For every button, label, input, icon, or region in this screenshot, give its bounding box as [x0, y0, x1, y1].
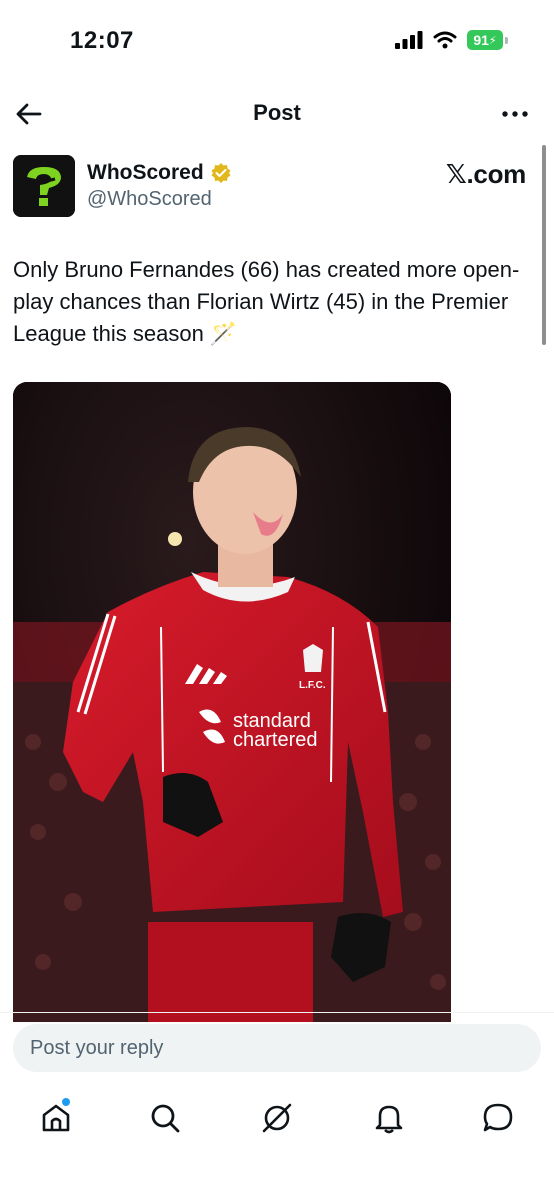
wifi-icon	[433, 31, 457, 49]
divider	[0, 1012, 554, 1013]
author-name[interactable]: WhoScored	[87, 161, 232, 185]
search-icon	[151, 1104, 180, 1133]
whoscored-logo-icon	[13, 155, 75, 217]
signal-icon	[395, 31, 423, 49]
tab-home[interactable]	[36, 1098, 76, 1138]
reply-input[interactable]: Post your reply	[13, 1024, 541, 1072]
crest-icon	[303, 644, 323, 672]
avatar[interactable]	[13, 155, 75, 217]
tab-grok[interactable]	[257, 1098, 297, 1138]
source-label: 𝕏.com	[445, 159, 526, 189]
status-time: 12:07	[70, 27, 134, 54]
verified-badge-icon	[211, 163, 231, 183]
notification-dot	[62, 1098, 70, 1106]
grok-icon	[262, 1103, 292, 1133]
player-photo: L.F.C. standard chartered	[13, 382, 451, 1022]
home-icon	[42, 1104, 70, 1132]
status-bar: 12:07 91 ⚡	[0, 0, 554, 80]
reply-placeholder: Post your reply	[30, 1036, 164, 1059]
tab-messages[interactable]	[478, 1098, 518, 1138]
chat-icon	[483, 1103, 513, 1132]
nav-bar: Post	[0, 90, 554, 138]
status-icons: 91 ⚡	[395, 30, 508, 50]
battery-indicator: 91 ⚡	[467, 30, 508, 50]
bell-icon	[375, 1105, 403, 1134]
more-options-button[interactable]	[500, 102, 530, 126]
author-handle[interactable]: @WhoScored	[87, 188, 212, 211]
tab-search[interactable]	[145, 1098, 185, 1138]
tab-notifications[interactable]	[369, 1098, 409, 1138]
tab-bar	[0, 1088, 554, 1148]
more-icon	[502, 111, 528, 117]
crest-label: L.F.C.	[299, 680, 326, 691]
battery-level: 91	[473, 32, 489, 48]
post-text: Only Bruno Fernandes (66) has created mo…	[13, 257, 520, 346]
post-image[interactable]: L.F.C. standard chartered	[13, 382, 451, 1022]
sponsor-line2: chartered	[233, 729, 318, 751]
page-title: Post	[253, 100, 301, 125]
author-name-text: WhoScored	[87, 161, 204, 184]
scrollbar[interactable]	[542, 145, 546, 345]
